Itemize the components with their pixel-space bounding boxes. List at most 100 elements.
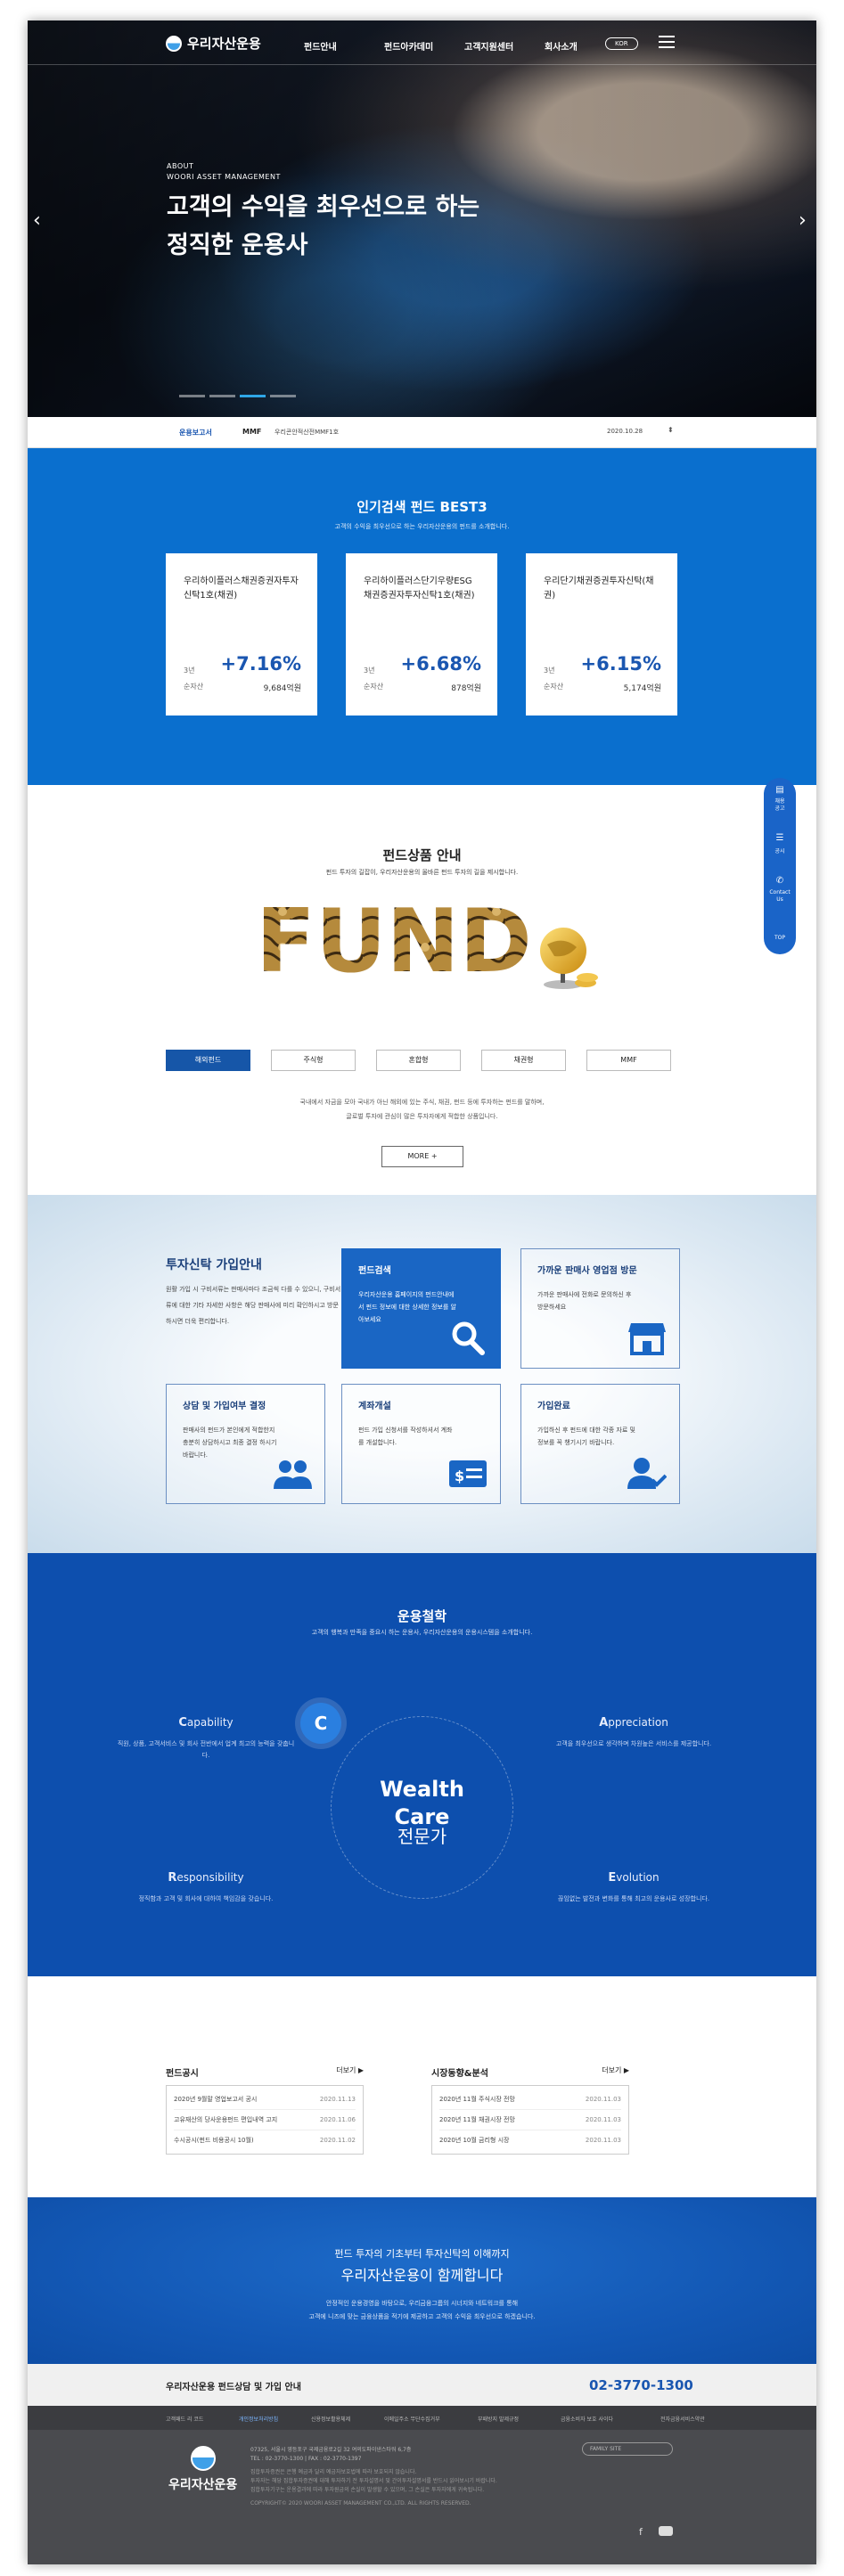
phone-icon: ✆	[775, 876, 784, 886]
list-item[interactable]: 고유재산의 당사운용펀드 편입내역 고지 2020.11.06	[174, 2110, 356, 2130]
quick-disclosure[interactable]: ☰ 공시	[764, 833, 796, 855]
best3-section: 인기검색 펀드 BEST3 고객의 수익을 최우선으로 하는 우리자산운용의 펀…	[28, 448, 816, 785]
hero-banner: 우리자산운용 펀드안내 펀드아카데미 고객지원센터 회사소개 KOR ‹ › A…	[28, 20, 816, 417]
next-slide-icon[interactable]: ›	[799, 209, 807, 232]
footer-address: 07325, 서울시 영등포구 국제금융로2길 32 여의도파이낸스타워 6,7…	[250, 2447, 412, 2453]
footer-links: 고객패드 리 코드 개인정보처리방침 신용정보활용체제 이메일주소 무단수집거부…	[28, 2406, 816, 2430]
more-button[interactable]: MORE +	[381, 1146, 463, 1167]
step-fund-search[interactable]: 펀드검색 우리자산운용 홈페이지의 펀드안내에서 펀드 정보에 대한 상세한 정…	[341, 1248, 501, 1369]
quick-contact[interactable]: ✆ Contact Us	[764, 876, 796, 904]
list-item[interactable]: 2020년 10월 금리형 시장 2020.11.03	[439, 2130, 621, 2150]
step-complete[interactable]: 가입완료 가입하신 후 펀드에 대한 각종 자료 및 정보를 꼭 챙기시기 바랍…	[520, 1384, 680, 1504]
ticker-fund-name[interactable]: 우리콘안적산전MMF1호	[275, 428, 339, 437]
call-center-phone[interactable]: 02-3770-1300	[589, 2377, 693, 2393]
tab-bond[interactable]: 채권형	[481, 1050, 566, 1071]
footer-link-privacy[interactable]: 개인정보처리방침	[239, 2415, 278, 2423]
nav-customer-center[interactable]: 고객지원센터	[464, 39, 545, 53]
tab-equity[interactable]: 주식형	[271, 1050, 356, 1071]
footer-link[interactable]: 신용정보활용체제	[311, 2415, 350, 2423]
footer-link[interactable]: 이메일주소 무단수집거부	[384, 2415, 440, 2423]
item-text: 수시공시(펀드 비용공시 10월)	[174, 2137, 254, 2144]
footer-link[interactable]: 전자금융서비스약관	[660, 2415, 705, 2423]
fund-card-amount: 9,684억원	[263, 684, 301, 693]
tab-overseas[interactable]: 해외펀드	[166, 1050, 250, 1071]
fund-card-rate: +7.16%	[220, 653, 301, 675]
fund-card-name: 우리하이플러스채권증권자투자신탁1호(채권)	[184, 577, 299, 601]
market-trend-list: 2020년 11월 주식시장 전망 2020.11.03 2020년 11월 채권…	[431, 2085, 629, 2155]
quick-recruit-label: 채용 공고	[774, 798, 785, 812]
quick-disclosure-label: 공시	[774, 848, 785, 855]
item-date: 2020.11.13	[319, 2096, 356, 2103]
banner-desc-line1: 안정적인 운용경영을 바탕으로, 우리금융그룹의 시너지와 네트워크를 통해	[325, 2300, 519, 2307]
products-desc-line1: 국내에서 자금을 모아 국내가 아닌 해외에 있는 주식, 채권, 펀드 등에 …	[299, 1099, 545, 1106]
language-select[interactable]: KOR	[605, 37, 638, 50]
fund-card[interactable]: 우리단기채권증권투자신탁(채권) 3년 +6.15% 순자산 5,174억원	[526, 553, 677, 716]
hero-title-line2: 정직한 운용사	[167, 232, 308, 259]
user-check-icon	[627, 1458, 667, 1489]
fund-products-section: 펀드상품 안내 펀드 투자의 길잡이, 우리자산운용의 올바른 펀드 투자의 길…	[28, 785, 816, 1195]
hero-about-sub: WOORI ASSET MANAGEMENT	[167, 173, 281, 181]
footer-link[interactable]: 부패방지 발제규정	[478, 2415, 519, 2423]
fund-card-period: 3년	[364, 666, 375, 675]
list-item[interactable]: 2020년 11월 채권시장 전망 2020.11.03	[439, 2110, 621, 2130]
fund-card-period: 3년	[184, 666, 195, 675]
item-date: 2020.11.03	[585, 2137, 621, 2144]
disclosure-more-link[interactable]: 더보기 ▶	[336, 2065, 364, 2075]
prev-slide-icon[interactable]: ‹	[33, 209, 41, 232]
users-icon	[274, 1460, 312, 1489]
menu-icon[interactable]	[659, 36, 675, 48]
tab-mmf[interactable]: MMF	[586, 1050, 671, 1071]
facebook-icon[interactable]: f	[639, 2526, 653, 2538]
list-item[interactable]: 수시공시(펀드 비용공시 10월) 2020.11.02	[174, 2130, 356, 2150]
document-icon: ▤	[775, 785, 784, 795]
page-frame: 우리자산운용 펀드안내 펀드아카데미 고객지원센터 회사소개 KOR ‹ › A…	[28, 20, 816, 2564]
quick-recruit[interactable]: ▤ 채용 공고	[764, 785, 796, 813]
slide-dot[interactable]	[179, 395, 205, 397]
footer-link[interactable]: 고객패드 리 코드	[166, 2415, 203, 2423]
step-consult[interactable]: 상담 및 가입여부 결정 판매사의 펀드가 본인에게 적합한지 충분히 상담하시…	[166, 1384, 325, 1504]
fund-card-name: 우리하이플러스단기우량ESG채권증권자투자신탁1호(채권)	[364, 577, 475, 601]
fund-disclosure-list: 2020년 9월말 영업보고서 공시 2020.11.13 고유재산의 당사운용펀…	[166, 2085, 364, 2155]
fund-card[interactable]: 우리하이플러스채권증권자투자신탁1호(채권) 3년 +7.16% 순자산 9,6…	[166, 553, 317, 716]
join-description: 원활 가입 시 구비서류는 판매사마다 조금씩 다를 수 있으니, 구비서류에 …	[166, 1286, 341, 1325]
notice-section: 펀드공시 더보기 ▶ 2020년 9월말 영업보고서 공시 2020.11.13 …	[28, 1976, 816, 2197]
item-text: 고유재산의 당사운용펀드 편입내역 고지	[174, 2116, 278, 2123]
list-item[interactable]: 2020년 9월말 영업보고서 공시 2020.11.13	[174, 2089, 356, 2110]
fund-card-amount: 878억원	[451, 684, 481, 693]
step-desc: 가입하신 후 펀드에 대한 각종 자료 및 정보를 꼭 챙기시기 바랍니다.	[537, 1427, 635, 1446]
footer-tel: TEL : 02-3770-1300 | FAX : 02-3770-1397	[250, 2456, 362, 2462]
banner-line2: 우리자산운용이 함께합니다	[340, 2267, 504, 2284]
capability-badge: C	[300, 1703, 341, 1744]
step-open-account[interactable]: 계좌개설 펀드 가입 신청서를 작성하셔서 계좌를 개설합니다. $	[341, 1384, 501, 1504]
youtube-icon[interactable]	[659, 2526, 673, 2536]
slide-dot-active[interactable]	[240, 395, 266, 397]
join-title: 투자신탁 가입안내	[166, 1258, 262, 1272]
call-center-label: 우리자산운용 펀드상담 및 가입 안내	[166, 2383, 301, 2392]
point-word: volution	[616, 1871, 660, 1884]
main-nav: 펀드안내 펀드아카데미 고객지원센터 회사소개	[304, 39, 625, 53]
philosophy-section: 운용철학 고객의 행복과 만족을 중요시 하는 운용사, 우리자산운용의 운용시…	[28, 1553, 816, 1976]
point-desc: 정직함과 고객 및 회사에 대하여 책임감을 갖습니다.	[138, 1895, 274, 1902]
nav-fund-guide[interactable]: 펀드안내	[304, 39, 384, 53]
step-visit-branch[interactable]: 가까운 판매사 영업점 방문 가까운 판매사에 전화로 문의하신 후 방문하세요	[520, 1248, 680, 1369]
best3-subtitle: 고객의 수익을 최우선으로 하는 우리자산운용의 펀드를 소개합니다.	[334, 523, 510, 530]
step-title: 상담 및 가입여부 결정	[183, 1402, 266, 1411]
fund-card[interactable]: 우리하이플러스단기우량ESG채권증권자투자신탁1호(채권) 3년 +6.68% …	[346, 553, 497, 716]
tab-mixed[interactable]: 혼합형	[376, 1050, 461, 1071]
market-more-link[interactable]: 더보기 ▶	[602, 2065, 629, 2075]
logo[interactable]: 우리자산운용	[166, 34, 261, 53]
nav-fund-academy[interactable]: 펀드아카데미	[384, 39, 464, 53]
ticker-category: MMF	[242, 428, 262, 436]
slide-dot[interactable]	[209, 395, 235, 397]
ticker-updown-icon[interactable]: ⬍	[668, 426, 674, 434]
list-item[interactable]: 2020년 11월 주식시장 전망 2020.11.03	[439, 2089, 621, 2110]
slide-dot[interactable]	[270, 395, 296, 397]
call-center-bar: 우리자산운용 펀드상담 및 가입 안내 02-3770-1300	[28, 2364, 816, 2406]
banner-desc-line2: 고객에 니즈에 맞는 금융상품을 적기에 제공하고 고객의 수익을 최우선으로 …	[308, 2313, 536, 2320]
footer-link[interactable]: 금융소비자 보호 사이다	[561, 2415, 613, 2423]
top-button[interactable]: TOP	[764, 935, 796, 941]
fund-card-net-label: 순자산	[364, 683, 384, 691]
family-site-select[interactable]: FAMILY SITE	[582, 2442, 673, 2456]
point-word: esponsibility	[176, 1871, 244, 1884]
point-desc: 끊임없는 발전과 변화를 통해 최고의 운용사로 성장합니다.	[557, 1895, 710, 1902]
